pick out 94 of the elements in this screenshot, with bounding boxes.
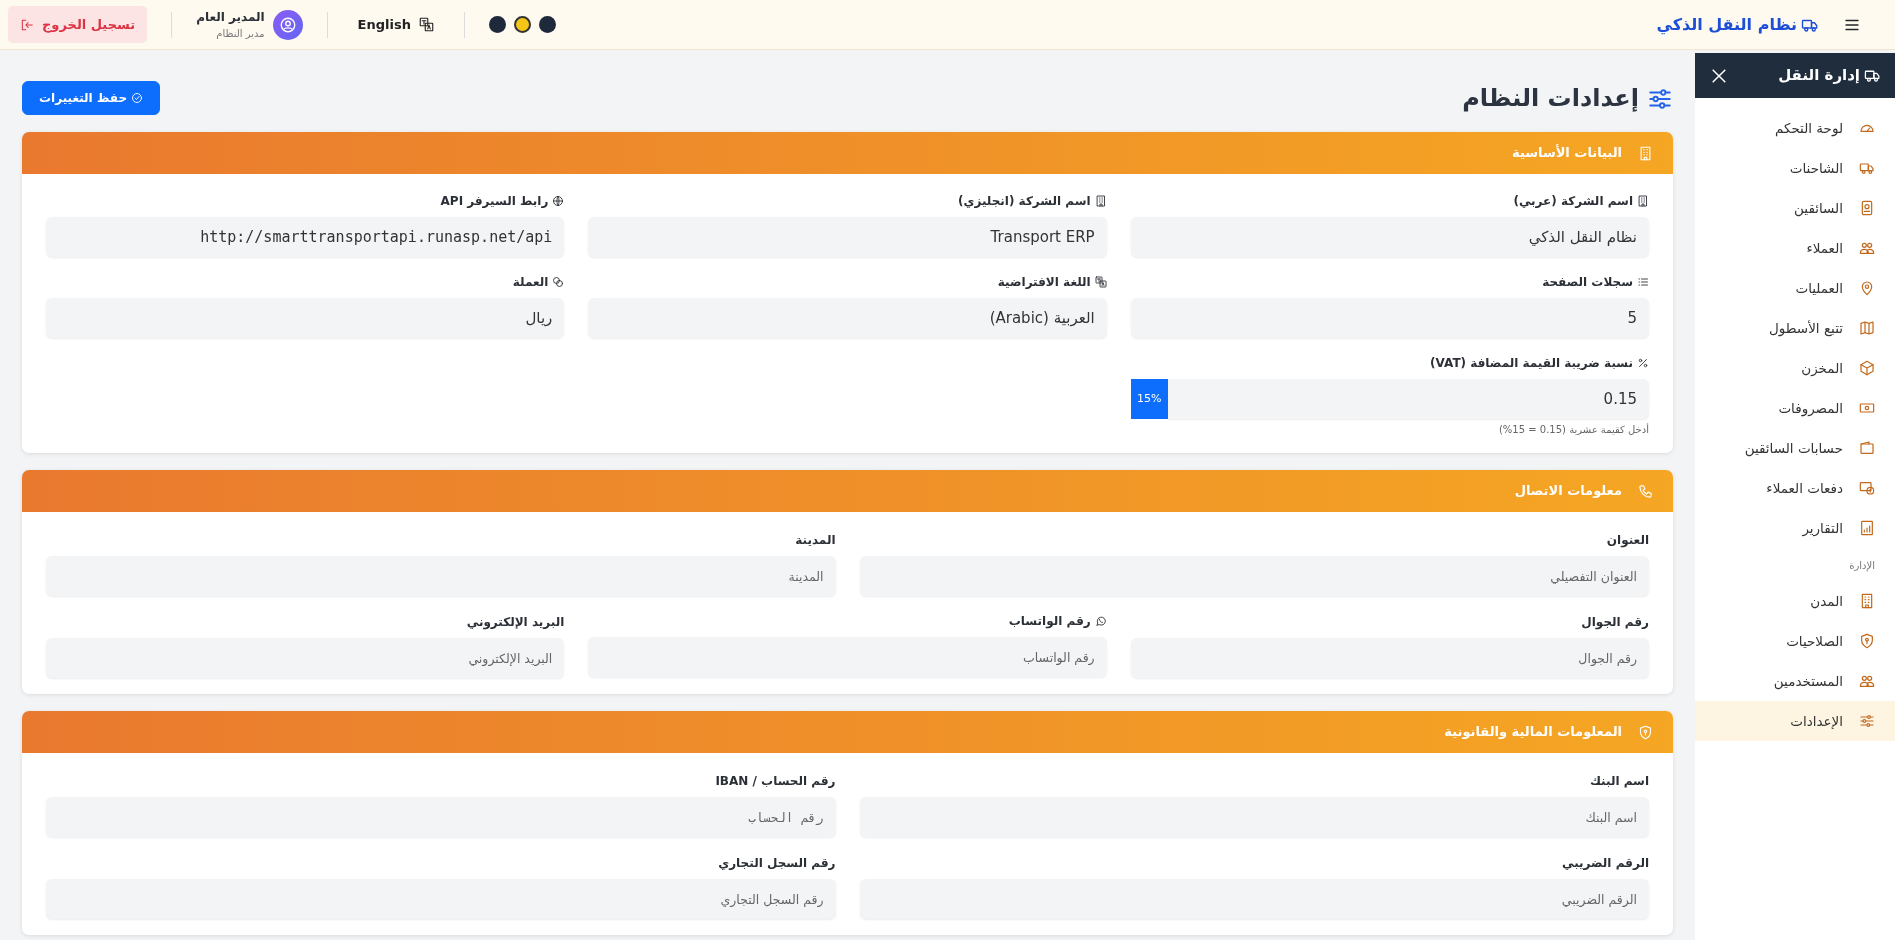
input-field[interactable]: الرقم الضريبي (859, 879, 1649, 919)
sidebar-item[interactable]: حسابات السائقين (1695, 428, 1895, 468)
sidebar-item[interactable]: السائقين (1695, 188, 1895, 228)
select-field[interactable]: العربية (Arabic) (588, 298, 1107, 338)
sidebar-item[interactable]: العمليات (1695, 268, 1895, 308)
sidebar-item[interactable]: العملاء (1695, 228, 1895, 268)
sidebar-item[interactable]: الصلاحيات (1695, 621, 1895, 661)
input-field[interactable]: ريال (46, 298, 565, 338)
field-label: المدينة (795, 532, 836, 549)
page-title: إعدادات النظام (1462, 83, 1639, 114)
building-icon (1859, 593, 1875, 609)
translate-icon (1094, 276, 1107, 288)
check-circle-icon (131, 92, 144, 104)
field-label: رقم السجل التجاري (718, 855, 836, 872)
truck-icon (1859, 160, 1875, 176)
language-toggle[interactable]: English (351, 13, 440, 36)
shield-icon (1859, 633, 1875, 649)
unit-addon: 15% (1130, 379, 1168, 419)
theme-swatch[interactable] (488, 16, 506, 33)
field-label: رقم الحساب / IBAN (715, 773, 836, 790)
sidebar-item[interactable]: المخزن (1695, 348, 1895, 388)
input-field[interactable]: اسم البنك (859, 797, 1649, 837)
field-label: رقم الواتساب (1008, 613, 1091, 630)
sidebar-item[interactable]: التقارير (1695, 508, 1895, 548)
input-field[interactable]: البريد الإلكتروني (46, 638, 565, 678)
help-text: أدخل كقيمة عشرية (0.15 = 15%) (1498, 424, 1649, 435)
chat-icon (1094, 615, 1107, 627)
field-label: اسم الشركة (انجليزي) (957, 193, 1091, 210)
user-role: مدير النظام (215, 27, 265, 41)
field-label: سجلات الصفحة (1542, 274, 1633, 291)
wallet-icon (1859, 440, 1875, 456)
field-label: رابط السيرفر API (440, 193, 549, 210)
avatar[interactable] (272, 9, 303, 40)
save-button[interactable]: حفظ التغييرات (22, 81, 161, 115)
building-icon (1094, 195, 1107, 207)
shield-icon (1638, 724, 1653, 740)
input-field[interactable]: 0.15 (1167, 379, 1649, 419)
field-label: العنوان (1606, 532, 1649, 549)
globe-icon (552, 195, 565, 207)
sliders-icon (1647, 86, 1673, 112)
theme-swatch[interactable] (513, 16, 531, 33)
list-icon (1637, 276, 1649, 288)
sidebar-item[interactable]: دفعات العملاء (1695, 468, 1895, 508)
user-name: المدير العام (196, 9, 265, 26)
brand-title: نظام النقل الذكي (1656, 13, 1797, 37)
field-label: اسم الشركة (عربي) (1513, 193, 1633, 210)
banknote-icon (1859, 400, 1875, 416)
field-label: رقم الجوال (1581, 614, 1649, 631)
input-field[interactable]: رقم الجوال (1130, 638, 1649, 678)
phone-icon (1638, 483, 1653, 499)
sidebar-item[interactable]: لوحة التحكم (1695, 108, 1895, 148)
field-label: اسم البنك (1589, 773, 1649, 790)
box-icon (1859, 360, 1875, 376)
sidebar-item[interactable]: الشاحنات (1695, 148, 1895, 188)
map-pin-icon (1859, 280, 1875, 296)
sidebar-item[interactable]: الإعدادات (1695, 701, 1895, 741)
users-icon (1859, 240, 1875, 256)
input-field[interactable]: http://smarttransportapi.runasp.net/api (46, 217, 565, 257)
input-field[interactable]: المدينة (46, 556, 836, 596)
sidebar-item[interactable]: المدن (1695, 581, 1895, 621)
coin-card-icon (1859, 480, 1875, 496)
input-field[interactable]: Transport ERP (588, 217, 1107, 257)
users-icon (1859, 673, 1875, 689)
input-field[interactable]: رقم الحساب (46, 797, 836, 837)
logout-icon (20, 17, 34, 32)
field-label: نسبة ضريبة القيمة المضافة (VAT) (1430, 355, 1633, 372)
theme-swatch[interactable] (538, 16, 556, 33)
field-label: اللغة الافتراضية (997, 274, 1091, 291)
percent-icon (1637, 357, 1649, 369)
input-field[interactable]: رقم السجل التجاري (46, 879, 836, 919)
sidebar-title: إدارة النقل (1778, 65, 1860, 87)
coins-icon (552, 276, 565, 288)
building-icon (1638, 145, 1653, 161)
field-label: البريد الإلكتروني (466, 614, 565, 631)
input-field[interactable]: رقم الواتساب (588, 637, 1107, 677)
sidebar-section-label: الإدارة (1849, 560, 1875, 571)
sliders-icon (1859, 713, 1875, 729)
section-title: البيانات الأساسية (1512, 143, 1622, 163)
field-label: الرقم الضريبي (1562, 855, 1649, 872)
input-field[interactable]: نظام النقل الذكي (1130, 217, 1649, 257)
field-label: العملة (512, 274, 549, 291)
select-field[interactable]: 5 (1130, 298, 1649, 338)
sidebar-item[interactable]: المصروفات (1695, 388, 1895, 428)
section-title: معلومات الاتصال (1514, 482, 1622, 501)
section-title: المعلومات المالية والقانونية (1444, 723, 1622, 742)
translate-icon (418, 17, 434, 32)
sidebar-item[interactable]: المستخدمين (1695, 661, 1895, 701)
map-icon (1859, 320, 1875, 336)
building-icon (1637, 195, 1649, 207)
logout-button[interactable]: تسجيل الخروج (8, 5, 148, 44)
sidebar-item[interactable]: تتبع الأسطول (1695, 308, 1895, 348)
bar-chart-icon (1859, 520, 1875, 536)
input-field[interactable]: العنوان التفصيلي (859, 556, 1649, 596)
id-card-icon (1859, 200, 1875, 216)
